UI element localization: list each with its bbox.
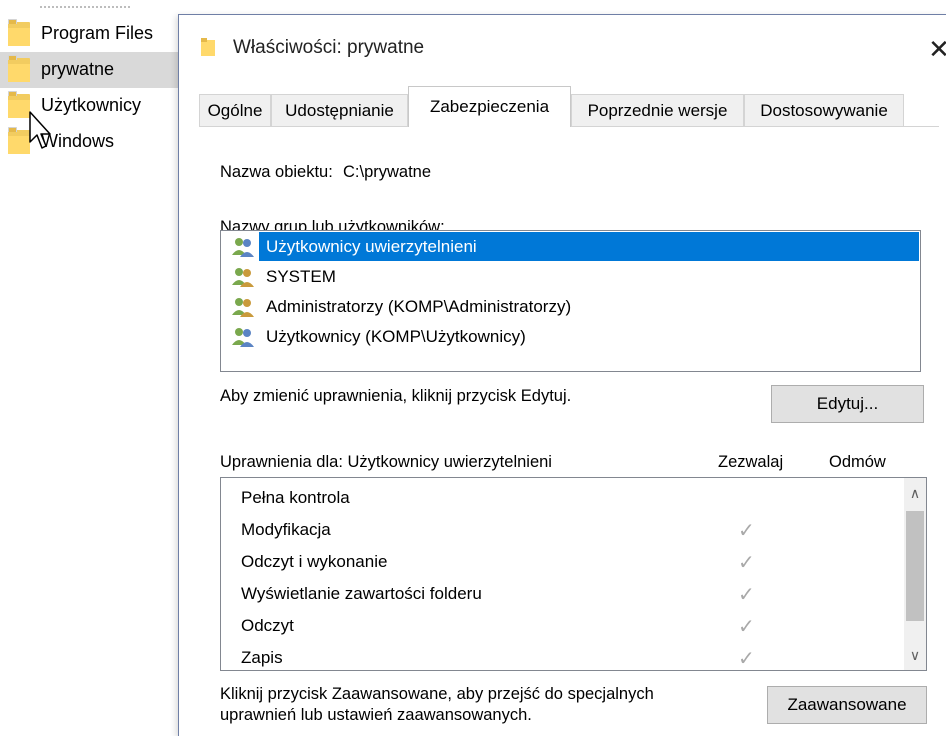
permission-row: Pełna kontrola xyxy=(241,482,901,514)
permission-row: Wyświetlanie zawartości folderu ✓ xyxy=(241,578,901,610)
edit-hint: Aby zmienić uprawnienia, kliknij przycis… xyxy=(220,387,572,405)
permission-label: Modyfikacja xyxy=(241,520,331,539)
scroll-down-icon[interactable]: ∨ xyxy=(904,644,926,666)
allow-column-header: Zezwalaj xyxy=(718,453,784,471)
tree-item-windows[interactable]: Windows xyxy=(0,124,180,160)
folder-icon xyxy=(8,91,30,118)
advanced-button[interactable]: Zaawansowane xyxy=(767,686,927,724)
permission-row: Zapis ✓ xyxy=(241,642,901,674)
group-label: Użytkownicy (KOMP\Użytkownicy) xyxy=(266,327,526,346)
group-label: SYSTEM xyxy=(266,267,336,286)
properties-dialog: Właściwości: prywatne ✕ Ogólne Udostępni… xyxy=(178,14,946,736)
advanced-hint-line2: uprawnień lub ustawień zaawansowanych. xyxy=(220,706,532,724)
tree-item-label: Program Files xyxy=(41,23,154,43)
users-icon xyxy=(232,328,254,347)
tree-item-program-files[interactable]: Program Files xyxy=(0,16,180,52)
group-item-users[interactable]: Użytkownicy (KOMP\Użytkownicy) xyxy=(231,323,529,351)
tree-item-label: prywatne xyxy=(41,59,115,79)
mouse-cursor-icon xyxy=(29,111,51,149)
close-button[interactable]: ✕ xyxy=(919,29,946,69)
users-icon xyxy=(232,298,254,317)
permission-row: Odczyt i wykonanie ✓ xyxy=(241,546,901,578)
groups-listbox[interactable]: Użytkownicy uwierzytelnieni SYSTEM Admin… xyxy=(220,230,921,372)
allow-check-icon: ✓ xyxy=(738,616,755,638)
folder-icon xyxy=(8,19,30,46)
advanced-hint-line1: Kliknij przycisk Zaawansowane, aby przej… xyxy=(220,685,654,703)
permission-label: Wyświetlanie zawartości folderu xyxy=(241,584,482,603)
dialog-titlebar[interactable]: Właściwości: prywatne ✕ xyxy=(179,15,946,81)
group-item-authenticated-users[interactable]: Użytkownicy uwierzytelnieni xyxy=(231,233,480,261)
edit-button[interactable]: Edytuj... xyxy=(771,385,924,423)
permissions-for-label: Uprawnienia dla: Użytkownicy uwierzyteln… xyxy=(220,453,552,471)
tab-strip: Ogólne Udostępnianie Zabezpieczenia Popr… xyxy=(199,86,939,127)
permissions-scrollbar[interactable]: ∧ ∨ xyxy=(904,478,926,670)
permission-row: Modyfikacja ✓ xyxy=(241,514,901,546)
permission-label: Zapis xyxy=(241,648,283,667)
allow-check-icon: ✓ xyxy=(738,584,755,606)
permission-label: Pełna kontrola xyxy=(241,488,350,507)
permission-label: Odczyt xyxy=(241,616,294,635)
tab-zabezpieczenia[interactable]: Zabezpieczenia xyxy=(408,86,571,127)
permissions-list[interactable]: Pełna kontrola Modyfikacja ✓ Odczyt i wy… xyxy=(220,477,927,671)
allow-check-icon: ✓ xyxy=(738,520,755,542)
allow-check-icon: ✓ xyxy=(738,648,755,670)
object-name-value: C:\prywatne xyxy=(343,163,432,181)
scroll-thumb[interactable] xyxy=(906,511,924,621)
permission-row: Odczyt ✓ xyxy=(241,610,901,642)
folder-icon xyxy=(201,38,215,56)
users-icon xyxy=(232,268,254,287)
folder-icon xyxy=(8,55,30,82)
dialog-title: Właściwości: prywatne xyxy=(233,37,425,58)
tab-udostepnianie[interactable]: Udostępnianie xyxy=(271,94,408,126)
tree-item-prywatne[interactable]: prywatne xyxy=(0,52,180,88)
deny-column-header: Odmów xyxy=(829,453,886,471)
object-name-label: Nazwa obiektu: xyxy=(220,163,333,181)
tree-item-uzytkownicy[interactable]: Użytkownicy xyxy=(0,88,180,124)
permission-label: Odczyt i wykonanie xyxy=(241,552,388,571)
folder-icon xyxy=(8,127,30,154)
group-item-administrators[interactable]: Administratorzy (KOMP\Administratorzy) xyxy=(231,293,574,321)
tab-ogolne[interactable]: Ogólne xyxy=(199,94,271,126)
group-label: Użytkownicy uwierzytelnieni xyxy=(266,237,477,256)
allow-check-icon: ✓ xyxy=(738,552,755,574)
tab-poprzednie-wersje[interactable]: Poprzednie wersje xyxy=(571,94,744,126)
cut-off-tree-item xyxy=(0,0,180,8)
tab-dostosowywanie[interactable]: Dostosowywanie xyxy=(744,94,904,126)
explorer-nav-pane: Program Files prywatne Użytkownicy Windo… xyxy=(0,0,180,735)
users-icon xyxy=(232,238,254,257)
tree-item-label: Użytkownicy xyxy=(41,95,142,115)
group-item-system[interactable]: SYSTEM xyxy=(231,263,339,291)
scroll-up-icon[interactable]: ∧ xyxy=(904,482,926,504)
group-label: Administratorzy (KOMP\Administratorzy) xyxy=(266,297,572,316)
